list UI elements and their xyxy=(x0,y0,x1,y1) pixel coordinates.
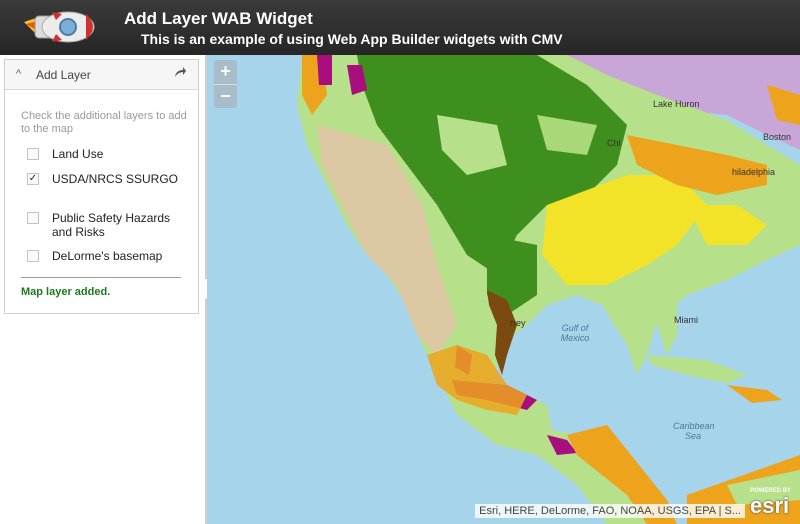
layer-option-delorme[interactable]: DeLorme's basemap xyxy=(27,249,190,263)
layer-option-land-use[interactable]: Land Use xyxy=(27,147,190,161)
layer-option-ssurgo[interactable]: ✓ USDA/NRCS SSURGO xyxy=(27,172,190,186)
layer-label: DeLorme's basemap xyxy=(52,249,163,263)
checkbox-checked[interactable]: ✓ xyxy=(27,173,39,185)
status-message: Map layer added. xyxy=(21,286,111,298)
share-arrow-icon[interactable] xyxy=(173,65,187,79)
app-subtitle: This is an example of using Web App Buil… xyxy=(141,31,563,47)
left-pane: ^ Add Layer Check the additional layers … xyxy=(0,55,205,524)
widget-title: Add Layer xyxy=(36,68,91,82)
checkbox[interactable] xyxy=(27,212,39,224)
map-label-boston: Boston xyxy=(763,132,792,142)
map-label-caribbean-sea: Caribbean Sea xyxy=(673,421,715,441)
layer-option-public-safety[interactable]: Public Safety Hazards and Risks xyxy=(27,211,190,239)
map-canvas[interactable] xyxy=(207,55,800,524)
map-attribution: Esri, HERE, DeLorme, FAO, NOAA, USGS, EP… xyxy=(475,504,745,518)
map-label-miami: Miami xyxy=(674,315,698,325)
map-label-gulf-of-mexico: Gulf of Mexico xyxy=(560,323,590,343)
map-label-monterrey: rrey xyxy=(510,318,526,328)
zoom-control: + − xyxy=(214,60,237,108)
layer-label: Public Safety Hazards and Risks xyxy=(52,211,171,239)
zoom-out-button[interactable]: − xyxy=(214,84,237,108)
checkbox[interactable] xyxy=(27,148,39,160)
add-layer-widget: ^ Add Layer Check the additional layers … xyxy=(4,59,199,314)
app-title: Add Layer WAB Widget xyxy=(124,9,313,28)
layer-label: Land Use xyxy=(52,147,104,161)
widget-titlebar[interactable]: ^ Add Layer xyxy=(5,60,198,90)
layer-label: USDA/NRCS SSURGO xyxy=(52,172,179,186)
esri-logo-text: esri xyxy=(750,493,790,518)
map-view[interactable]: Lake Huron Boston hiladelphia Chi rrey M… xyxy=(207,55,800,524)
map-label-lake-huron: Lake Huron xyxy=(653,99,700,109)
collapse-caret-icon[interactable]: ^ xyxy=(16,68,21,80)
checkbox[interactable] xyxy=(27,250,39,262)
rocket-logo-icon xyxy=(24,11,95,43)
divider xyxy=(21,277,181,278)
map-label-philadelphia: hiladelphia xyxy=(732,167,776,177)
esri-logo[interactable]: POWERED BY esri xyxy=(746,487,794,521)
widget-instructions: Check the additional layers to add to th… xyxy=(21,110,187,135)
zoom-in-button[interactable]: + xyxy=(214,60,237,83)
app-header: Add Layer WAB Widget This is an example … xyxy=(0,0,800,55)
map-label-chicago: Chi xyxy=(607,138,621,148)
